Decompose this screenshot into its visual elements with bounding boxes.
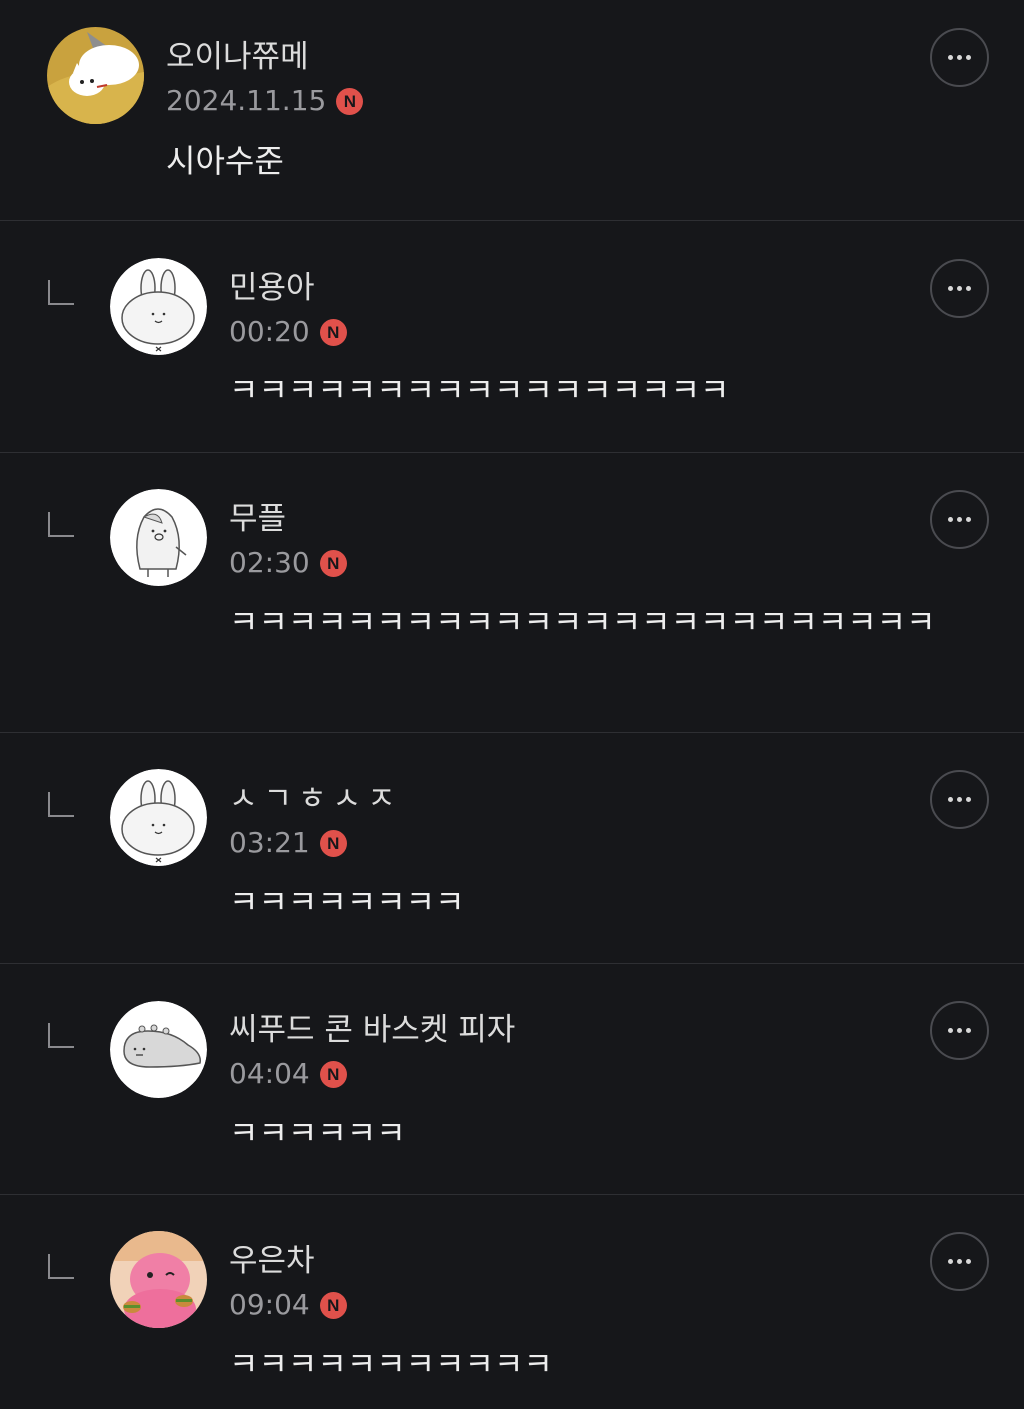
more-options-button[interactable] — [930, 770, 989, 829]
comment-text: ㅋㅋㅋㅋㅋㅋㅋㅋㅋㅋㅋㅋㅋㅋㅋㅋㅋㅋㅋㅋㅋㅋㅋㅋ — [229, 603, 936, 641]
cat-avatar-icon[interactable] — [47, 27, 144, 124]
more-options-button[interactable] — [930, 490, 989, 549]
new-badge: N — [319, 1291, 347, 1319]
dinosaur-avatar-icon[interactable] — [110, 1001, 207, 1098]
pink-character-avatar-icon[interactable] — [110, 1231, 207, 1328]
comment-author[interactable]: 민용아 — [229, 269, 315, 307]
comment: 오이나쮸메 2024.11.15 N 시아수준 — [0, 0, 1024, 220]
new-badge: N — [319, 829, 347, 857]
reply-comment: ㅅㄱㅎㅅㅈ 03:21 N ㅋㅋㅋㅋㅋㅋㅋㅋ — [0, 733, 1024, 963]
more-dot — [957, 1028, 962, 1033]
more-dot — [966, 517, 971, 522]
comment-text: ㅋㅋㅋㅋㅋㅋㅋㅋㅋㅋㅋ — [229, 1345, 553, 1383]
rabbit-avatar-icon[interactable] — [110, 769, 207, 866]
more-dot — [966, 797, 971, 802]
comment-time: 02:30 — [229, 546, 310, 579]
comment-time: 00:20 — [229, 315, 310, 348]
more-dot — [957, 797, 962, 802]
comment-time: 2024.11.15 — [166, 84, 327, 117]
more-dot — [957, 1259, 962, 1264]
reply-arrow-icon — [48, 280, 74, 305]
reply-comment: 씨푸드 콘 바스켓 피자 04:04 N ㅋㅋㅋㅋㅋㅋ — [0, 964, 1024, 1194]
comment-meta: 09:04 N — [229, 1288, 347, 1322]
comment-author[interactable]: ㅅㄱㅎㅅㅈ — [229, 780, 402, 818]
more-options-icon — [948, 517, 953, 522]
more-options-icon — [948, 286, 953, 291]
more-options-button[interactable] — [930, 1001, 989, 1060]
comment-text: ㅋㅋㅋㅋㅋㅋㅋㅋㅋㅋㅋㅋㅋㅋㅋㅋㅋ — [229, 371, 730, 409]
more-options-button[interactable] — [930, 259, 989, 318]
more-dot — [957, 517, 962, 522]
reply-arrow-icon — [48, 1254, 74, 1279]
reply-comment: 무플 02:30 N ㅋㅋㅋㅋㅋㅋㅋㅋㅋㅋㅋㅋㅋㅋㅋㅋㅋㅋㅋㅋㅋㅋㅋㅋ — [0, 453, 1024, 732]
more-options-icon — [948, 797, 953, 802]
new-badge: N — [319, 549, 347, 577]
more-dot — [966, 286, 971, 291]
more-options-button[interactable] — [930, 1232, 989, 1291]
rabbit-avatar-icon[interactable] — [110, 258, 207, 355]
comment-author[interactable]: 씨푸드 콘 바스켓 피자 — [229, 1011, 515, 1049]
comment-meta: 02:30 N — [229, 546, 347, 580]
more-dot — [957, 286, 962, 291]
more-dot — [957, 55, 962, 60]
reply-arrow-icon — [48, 512, 74, 537]
comment-text: ㅋㅋㅋㅋㅋㅋㅋㅋ — [229, 883, 465, 921]
new-badge: N — [319, 1060, 347, 1088]
comment-meta: 03:21 N — [229, 826, 347, 860]
more-options-button[interactable] — [930, 28, 989, 87]
comment-text: 시아수준 — [166, 142, 284, 180]
comment-meta: 2024.11.15 N — [166, 84, 364, 118]
comment-meta: 00:20 N — [229, 315, 347, 349]
new-badge: N — [319, 318, 347, 346]
comment-text: ㅋㅋㅋㅋㅋㅋ — [229, 1114, 406, 1152]
more-options-icon — [948, 1259, 953, 1264]
reply-arrow-icon — [48, 1023, 74, 1048]
new-badge: N — [336, 87, 364, 115]
reply-comment: 우은차 09:04 N ㅋㅋㅋㅋㅋㅋㅋㅋㅋㅋㅋ — [0, 1195, 1024, 1409]
more-dot — [966, 1259, 971, 1264]
penguin-avatar-icon[interactable] — [110, 489, 207, 586]
comment-author[interactable]: 우은차 — [229, 1242, 315, 1280]
comment-time: 09:04 — [229, 1288, 310, 1321]
more-dot — [966, 1028, 971, 1033]
more-options-icon — [948, 1028, 953, 1033]
comment-time: 03:21 — [229, 826, 310, 859]
more-dot — [966, 55, 971, 60]
comment-time: 04:04 — [229, 1057, 310, 1090]
more-options-icon — [948, 55, 953, 60]
reply-comment: 민용아 00:20 N ㅋㅋㅋㅋㅋㅋㅋㅋㅋㅋㅋㅋㅋㅋㅋㅋㅋ — [0, 221, 1024, 452]
comment-meta: 04:04 N — [229, 1057, 347, 1091]
comment-author[interactable]: 무플 — [229, 500, 286, 538]
comment-author[interactable]: 오이나쮸메 — [166, 38, 309, 76]
reply-arrow-icon — [48, 792, 74, 817]
